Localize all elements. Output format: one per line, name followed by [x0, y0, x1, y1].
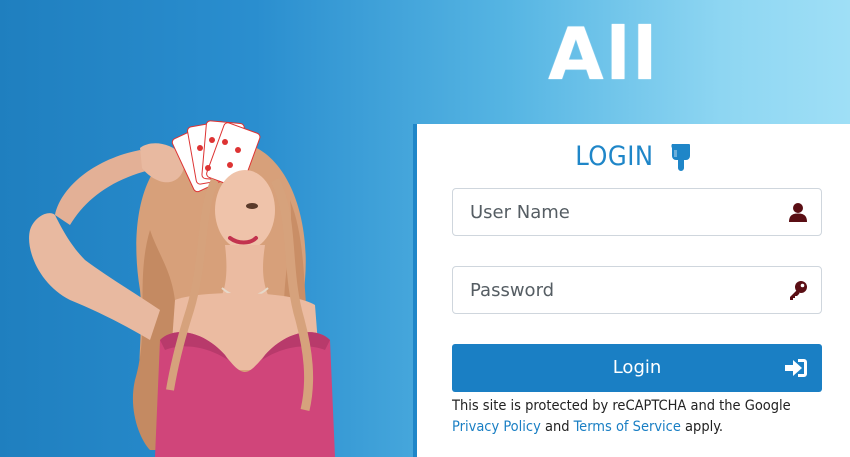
hand-pointer-down-icon: [671, 143, 690, 171]
username-field-container: [452, 188, 822, 236]
password-input[interactable]: [453, 267, 783, 313]
sign-in-icon: [785, 359, 807, 377]
username-input[interactable]: [453, 189, 783, 235]
recaptcha-line1: This site is protected by reCAPTCHA and …: [452, 398, 791, 414]
recaptcha-apply: apply.: [685, 419, 724, 435]
login-panel: LOGIN Login: [413, 124, 850, 457]
terms-of-service-link[interactable]: Terms of Service: [574, 419, 681, 435]
user-icon: [789, 203, 807, 222]
hero-illustration: [29, 120, 335, 457]
key-icon: [790, 281, 807, 300]
recaptcha-and: and: [544, 419, 570, 435]
recaptcha-notice: This site is protected by reCAPTCHA and …: [452, 396, 847, 438]
privacy-policy-link[interactable]: Privacy Policy: [452, 419, 541, 435]
brand-logo: All: [548, 12, 660, 96]
login-title: LOGIN: [575, 141, 654, 172]
login-button[interactable]: Login: [452, 344, 822, 392]
login-page: All LOGIN User Name Login This site is p…: [0, 0, 850, 457]
login-heading: LOGIN: [417, 140, 850, 172]
login-button-label: Login: [612, 357, 662, 378]
password-field-container: [452, 266, 822, 314]
